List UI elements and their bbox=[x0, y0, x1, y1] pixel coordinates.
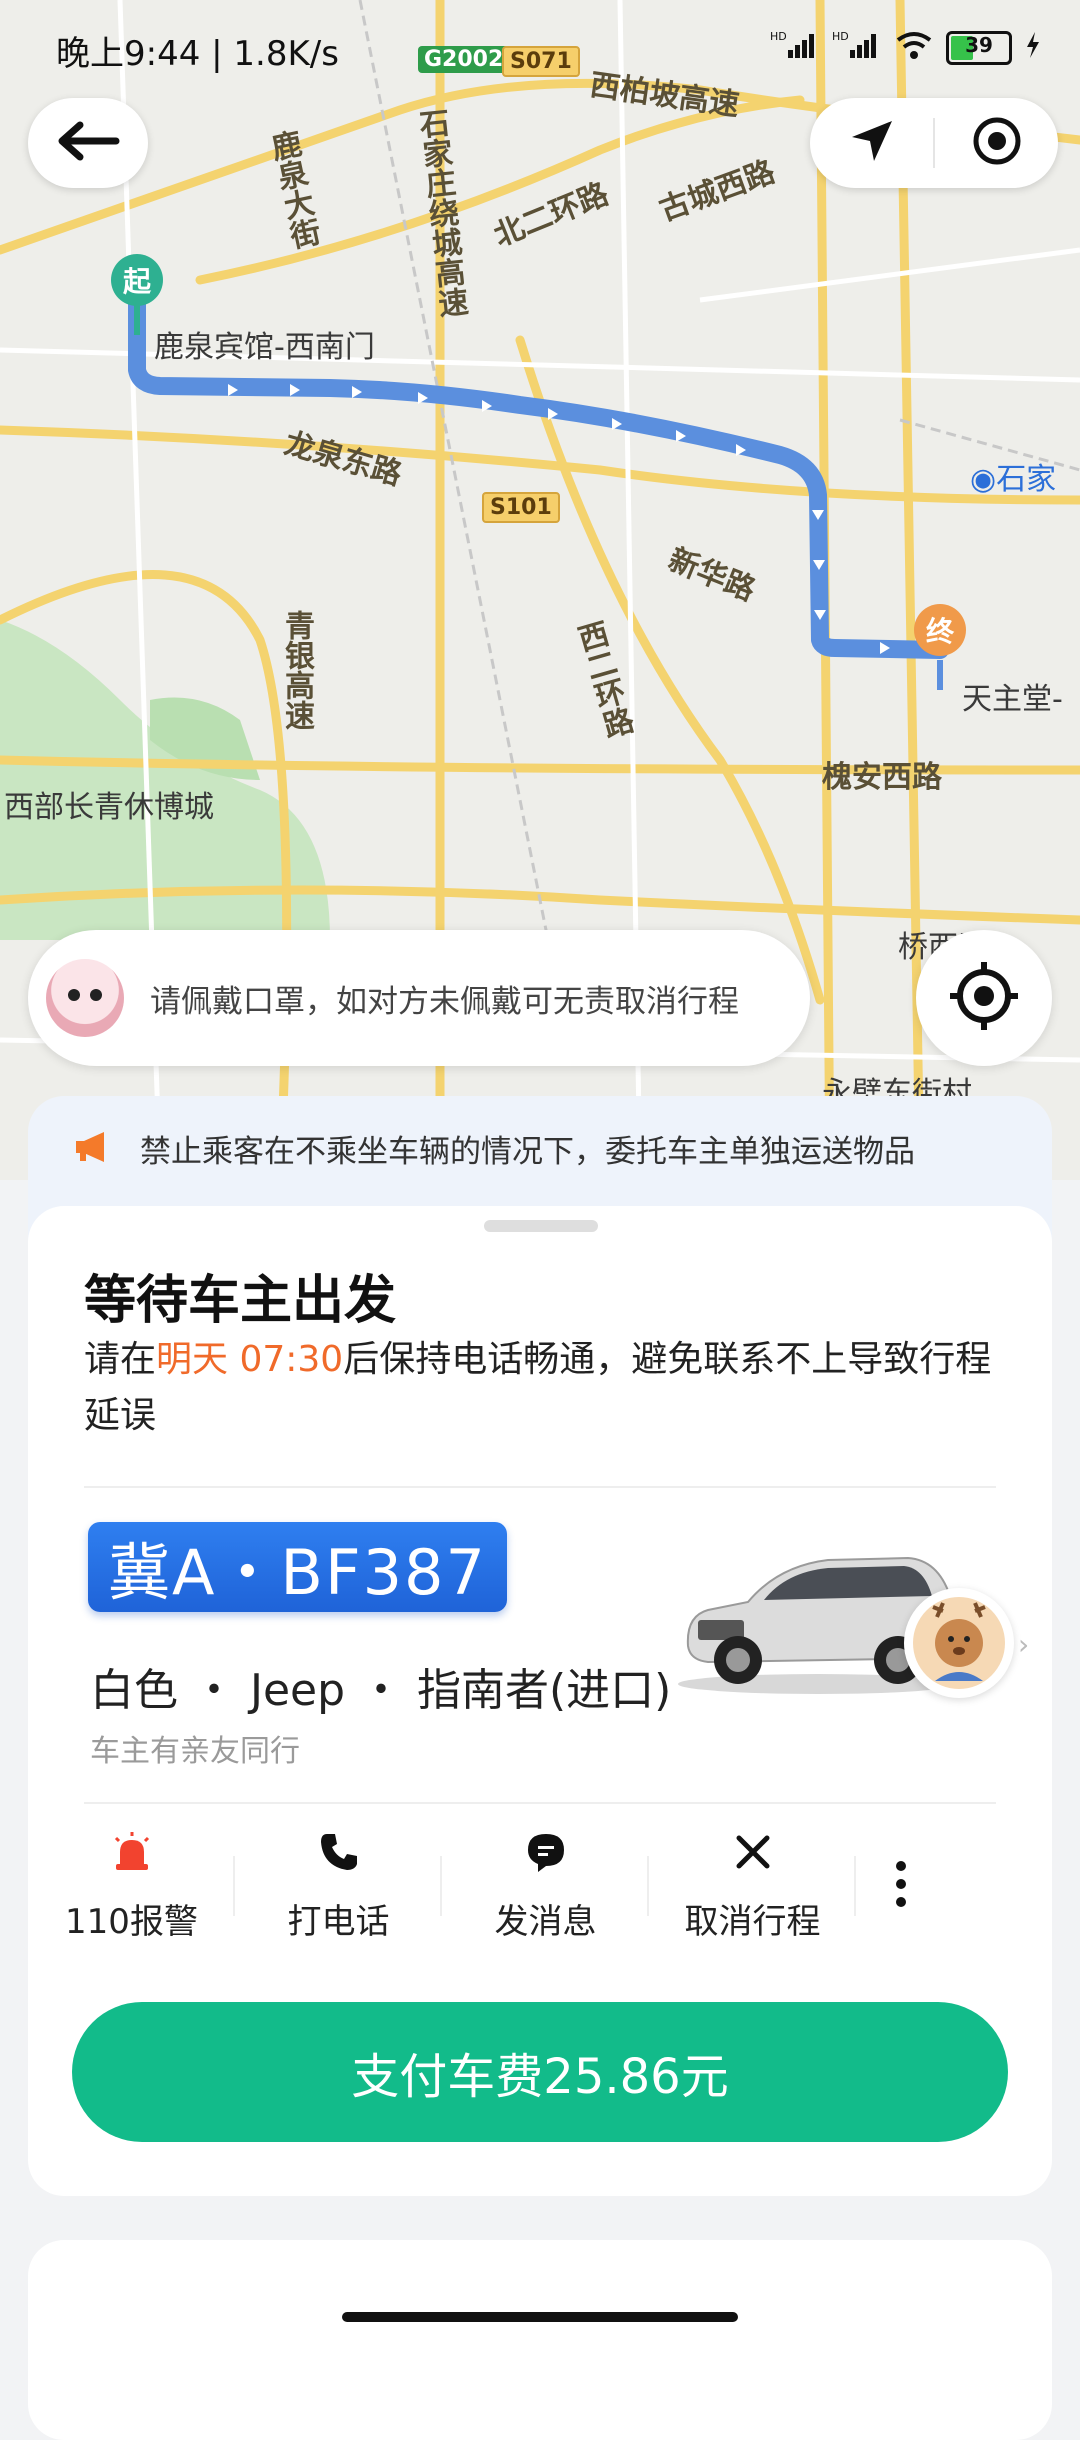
status-time: 晚上9:44 | 1.8K/s bbox=[56, 34, 339, 74]
end-pin[interactable]: 终 bbox=[914, 604, 966, 656]
charging-icon bbox=[1024, 30, 1042, 66]
cancel-trip-button[interactable]: 取消行程 bbox=[649, 1816, 856, 1956]
battery-icon: 39 bbox=[946, 31, 1012, 65]
mascot-avatar bbox=[46, 959, 124, 1037]
battery-level: 39 bbox=[965, 33, 993, 57]
drag-handle[interactable] bbox=[484, 1220, 598, 1232]
call-police-label: 110报警 bbox=[65, 1902, 198, 1942]
mask-reminder-text: 请佩戴口罩，如对方未佩戴可无责取消行程 bbox=[150, 983, 739, 1020]
status-icons: HD HD 39 bbox=[770, 30, 1042, 66]
map-label-qingyin: 青银高速 bbox=[279, 610, 314, 730]
safety-notice-text: 禁止乘客在不乘坐车辆的情况下，委托车主单独运送物品 bbox=[140, 1134, 915, 1170]
signal-icon-1: HD bbox=[770, 30, 820, 66]
call-police-button[interactable]: 110报警 bbox=[28, 1816, 235, 1956]
status-bar: 晚上9:44 | 1.8K/s HD HD 39 bbox=[0, 0, 1080, 96]
wifi-icon bbox=[894, 30, 934, 66]
cancel-trip-label: 取消行程 bbox=[684, 1902, 821, 1942]
action-bar: 110报警 打电话 发消息 取消行程 bbox=[28, 1816, 1052, 1956]
alarm-siren-icon bbox=[110, 1830, 154, 1878]
car-info: 白色 ・ Jeep ・ 指南者(进口) bbox=[90, 1665, 672, 1716]
recenter-button[interactable] bbox=[935, 98, 1058, 188]
chat-bubble-icon bbox=[524, 1830, 568, 1878]
map-label-xibu: 西部长青休博城 bbox=[4, 790, 214, 825]
mask-reminder-banner[interactable]: 请佩戴口罩，如对方未佩戴可无责取消行程 bbox=[28, 930, 810, 1066]
svg-text:HD: HD bbox=[832, 30, 849, 43]
divider bbox=[84, 1486, 996, 1488]
trip-card: 等待车主出发 请在明天 07:30后保持电话畅通，避免联系不上导致行程延误 冀A… bbox=[28, 1206, 1052, 2196]
map-controls bbox=[810, 98, 1058, 188]
arrow-left-icon bbox=[56, 121, 120, 165]
navigation-arrow-icon bbox=[848, 117, 896, 169]
megaphone-icon bbox=[72, 1130, 112, 1168]
locate-crosshair-icon bbox=[946, 958, 1022, 1038]
back-button[interactable] bbox=[28, 98, 148, 188]
map-label-tianzhutang: 天主堂- bbox=[962, 682, 1063, 717]
home-indicator[interactable] bbox=[342, 2312, 738, 2322]
map-label-huaianxilu: 槐安西路 bbox=[822, 760, 942, 795]
license-plate: 冀A・BF387 bbox=[88, 1522, 507, 1612]
desc-prefix: 请在 bbox=[84, 1339, 157, 1380]
trip-status-desc: 请在明天 07:30后保持电话畅通，避免联系不上导致行程延误 bbox=[84, 1332, 1024, 1444]
driver-avatar[interactable] bbox=[904, 1588, 1014, 1698]
phone-icon bbox=[317, 1830, 361, 1878]
pay-fare-button[interactable]: 支付车费25.86元 bbox=[72, 2002, 1008, 2142]
departure-time: 明天 07:30 bbox=[156, 1339, 344, 1380]
more-options-button[interactable] bbox=[856, 1816, 946, 1956]
phone-call-label: 打电话 bbox=[287, 1902, 390, 1942]
close-icon bbox=[731, 1830, 775, 1878]
map-label-station: ◉石家 bbox=[970, 454, 1056, 498]
navigate-button[interactable] bbox=[810, 98, 933, 188]
target-icon bbox=[971, 115, 1023, 171]
svg-text:HD: HD bbox=[770, 30, 787, 43]
chevron-right-icon: › bbox=[1018, 1628, 1030, 1661]
locate-me-button[interactable] bbox=[916, 930, 1052, 1066]
divider bbox=[84, 1802, 996, 1804]
map-label-station-text: 石家 bbox=[996, 462, 1057, 497]
signal-icon-2: HD bbox=[832, 30, 882, 66]
more-vertical-icon bbox=[894, 1858, 908, 1914]
trip-status-title: 等待车主出发 bbox=[84, 1271, 397, 1331]
car-companion-note: 车主有亲友同行 bbox=[90, 1734, 300, 1769]
next-card bbox=[28, 2240, 1052, 2440]
start-location-label: 鹿泉宾馆-西南门 bbox=[154, 330, 375, 365]
start-pin[interactable]: 起 bbox=[111, 254, 163, 306]
station-icon: ◉ bbox=[970, 462, 997, 497]
deer-avatar-icon bbox=[913, 1597, 1005, 1689]
map-shield-s101: S101 bbox=[482, 492, 560, 523]
message-button[interactable]: 发消息 bbox=[442, 1816, 649, 1956]
phone-call-button[interactable]: 打电话 bbox=[235, 1816, 442, 1956]
message-label: 发消息 bbox=[494, 1902, 597, 1942]
